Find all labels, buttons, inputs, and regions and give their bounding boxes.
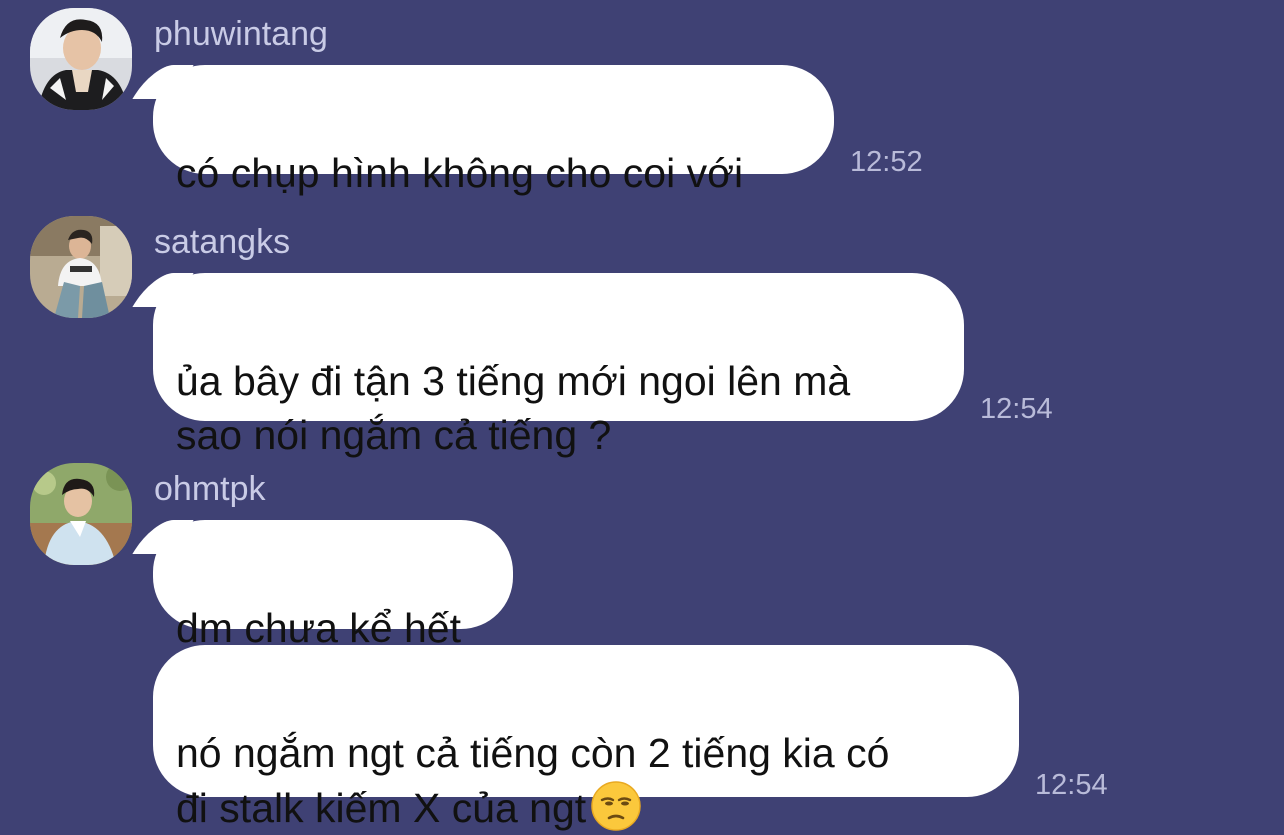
username-label[interactable]: phuwintang bbox=[154, 14, 328, 54]
unamused-face-icon bbox=[590, 780, 642, 832]
message-bubble[interactable]: có chụp hình không cho coi với bbox=[153, 65, 834, 196]
message-text: có chụp hình không cho coi với bbox=[176, 150, 744, 196]
avatar-photo-icon bbox=[30, 216, 132, 318]
username-label[interactable]: ohmtpk bbox=[154, 469, 266, 509]
user-avatar-ohmtpk[interactable] bbox=[30, 463, 132, 565]
chat-message-list[interactable]: phuwintang có chụp hình không cho coi vớ… bbox=[0, 0, 1284, 831]
message-timestamp: 12:54 bbox=[1035, 769, 1108, 801]
username-label[interactable]: satangks bbox=[154, 222, 290, 262]
user-avatar-satangks[interactable] bbox=[30, 216, 132, 318]
message-bubble[interactable]: nó ngắm ngt cả tiếng còn 2 tiếng kia có … bbox=[153, 645, 1019, 831]
message-text: dm chưa kể hết bbox=[176, 605, 461, 651]
message-bubble[interactable]: dm chưa kể hết bbox=[153, 520, 513, 651]
message-text: nó ngắm ngt cả tiếng còn 2 tiếng kia có … bbox=[176, 730, 890, 831]
avatar-photo-icon bbox=[30, 8, 132, 110]
user-avatar-phuwintang[interactable] bbox=[30, 8, 132, 110]
message-timestamp: 12:54 bbox=[980, 393, 1053, 425]
message-timestamp: 12:52 bbox=[850, 146, 923, 178]
avatar-photo-icon bbox=[30, 463, 132, 565]
message-bubble[interactable]: ủa bây đi tận 3 tiếng mới ngoi lên mà sa… bbox=[153, 273, 964, 458]
message-text: ủa bây đi tận 3 tiếng mới ngoi lên mà sa… bbox=[176, 358, 851, 458]
